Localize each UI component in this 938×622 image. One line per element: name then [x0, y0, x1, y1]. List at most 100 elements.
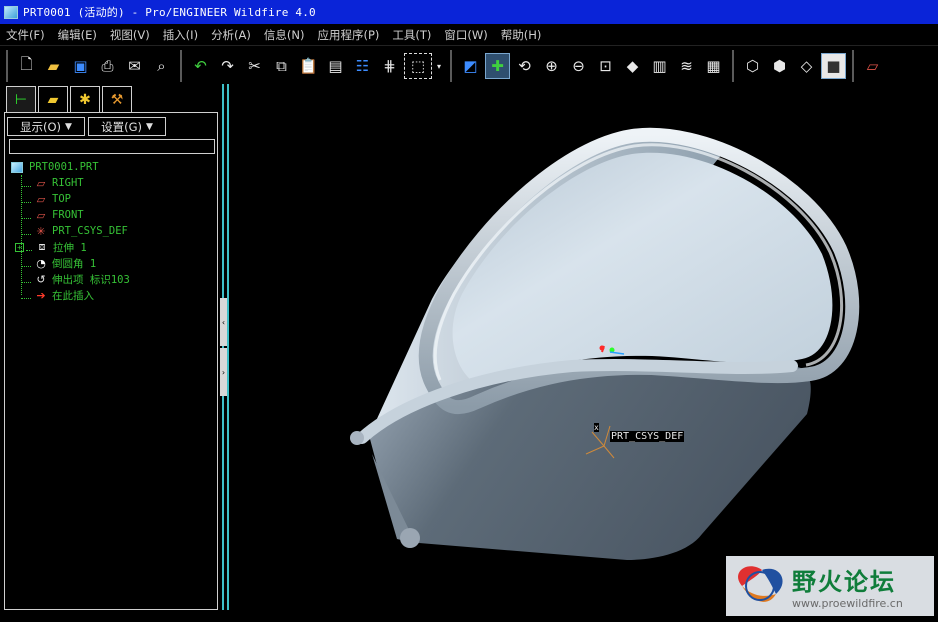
tree-item-label: 在此插入 — [52, 289, 94, 302]
tree-item-csys[interactable]: ✳ PRT_CSYS_DEF — [11, 223, 211, 239]
email-icon[interactable]: ✉ — [122, 53, 147, 79]
tree-item-front[interactable]: ▱ FRONT — [11, 207, 211, 223]
settings-dropdown[interactable]: 设置(G) ▼ — [88, 117, 166, 136]
edit-toolbar-group: ↶ ↷ ✂ ⧉ 📋 ▤ ☷ ⋕ ⬚ ▾ — [180, 50, 446, 82]
menu-info[interactable]: 信息(N) — [264, 27, 305, 43]
tree-item-label: FRONT — [52, 209, 84, 221]
open-folder-icon[interactable]: ▰ — [41, 53, 66, 79]
tree-item-label: PRT_CSYS_DEF — [52, 225, 128, 237]
tree-item-label: RIGHT — [52, 177, 84, 189]
favorites-icon: ✱ — [79, 91, 91, 108]
reorient-icon[interactable]: ◆ — [620, 53, 645, 79]
tree-item-label: 伸出项 标识103 — [52, 273, 130, 286]
tree-item-top[interactable]: ▱ TOP — [11, 191, 211, 207]
menu-window[interactable]: 窗口(W) — [444, 27, 487, 43]
splitter-line — [227, 84, 229, 610]
tree-item-extrude[interactable]: + ⧈ 拉伸 1 — [11, 239, 211, 255]
repaint-icon[interactable]: ◩ — [458, 53, 483, 79]
folder-icon: ▰ — [47, 91, 59, 108]
menu-bar: 文件(F) 编辑(E) 视图(V) 插入(I) 分析(A) 信息(N) 应用程序… — [0, 24, 938, 46]
watermark-brand: 野火论坛 — [792, 568, 896, 596]
datum-toolbar-group: ▱ — [852, 50, 887, 82]
watermark-url: www.proewildfire.cn — [792, 597, 903, 610]
menu-file[interactable]: 文件(F) — [6, 27, 45, 43]
tree-item-right[interactable]: ▱ RIGHT — [11, 175, 211, 191]
paste-icon[interactable]: 📋 — [296, 53, 321, 79]
app-icon — [4, 5, 18, 19]
view-toolbar-group: ◩ ✚ ⟲ ⊕ ⊖ ⊡ ◆ ▥ ≋ ▦ — [450, 50, 728, 82]
tree-item-sweep[interactable]: ↺ 伸出项 标识103 — [11, 271, 211, 287]
model-viewport[interactable] — [232, 84, 938, 622]
orient-mode-icon[interactable]: ⟲ — [512, 53, 537, 79]
selection-filter-dropdown-icon[interactable]: ▾ — [434, 53, 444, 79]
watermark: 野火论坛 www.proewildfire.cn — [726, 556, 934, 616]
model-tree: PRT0001.PRT ▱ RIGHT ▱ TOP ▱ FRONT ✳ PRT_… — [11, 159, 211, 303]
regenerate-icon[interactable]: ☷ — [350, 53, 375, 79]
watermark-logo — [728, 558, 792, 614]
find-file-icon[interactable]: ⌕ — [149, 53, 174, 79]
display-toolbar-group: ⬡ ⬢ ◇ ■ — [732, 50, 848, 82]
saved-views-icon[interactable]: ▥ — [647, 53, 672, 79]
expand-icon[interactable]: + — [15, 242, 24, 252]
model-tree-frame: 显示(O) ▼ 设置(G) ▼ PRT0001.PRT ▱ RIGHT ▱ TOP — [4, 112, 218, 610]
menu-insert[interactable]: 插入(I) — [163, 27, 198, 43]
panel-splitter[interactable]: ‹ › — [218, 84, 232, 622]
refit-icon[interactable]: ⊡ — [593, 53, 618, 79]
no-hidden-icon[interactable]: ◇ — [794, 53, 819, 79]
menu-applications[interactable]: 应用程序(P) — [317, 27, 379, 43]
model-top-surface[interactable] — [452, 152, 833, 384]
graphics-window[interactable]: x PRT_CSYS_DEF — [232, 84, 938, 622]
round-icon: ◔ — [36, 256, 46, 270]
model-bottom-knob[interactable] — [400, 528, 420, 548]
datum-plane-icon: ▱ — [36, 192, 46, 206]
tree-item-round[interactable]: ◔ 倒圆角 1 — [11, 255, 211, 271]
connections-tab[interactable]: ⚒ — [102, 86, 132, 112]
new-file-icon[interactable]: 🗋 — [14, 53, 39, 79]
chevron-down-icon: ▼ — [65, 121, 72, 132]
regen-manager-icon[interactable]: ⋕ — [377, 53, 402, 79]
menu-tools[interactable]: 工具(T) — [392, 27, 431, 43]
favorites-tab[interactable]: ✱ — [70, 86, 100, 112]
folder-browser-tab[interactable]: ▰ — [38, 86, 68, 112]
coordinate-system-icon: ✳ — [36, 224, 46, 238]
file-toolbar-group: 🗋 ▰ ▣ ⎙ ✉ ⌕ — [6, 50, 176, 82]
undo-icon[interactable]: ↶ — [188, 53, 213, 79]
model-tree-search-input[interactable] — [9, 139, 215, 154]
menu-view[interactable]: 视图(V) — [110, 27, 150, 43]
tree-item-part[interactable]: PRT0001.PRT — [11, 159, 211, 175]
menu-help[interactable]: 帮助(H) — [501, 27, 542, 43]
display-dropdown[interactable]: 显示(O) ▼ — [7, 117, 85, 136]
spin-center-icon[interactable]: ✚ — [485, 53, 510, 79]
paste-special-icon[interactable]: ▤ — [323, 53, 348, 79]
save-icon[interactable]: ▣ — [68, 53, 93, 79]
insert-here-icon: ➔ — [36, 288, 46, 302]
shading-icon[interactable]: ■ — [821, 53, 846, 79]
wireframe-icon[interactable]: ⬡ — [740, 53, 765, 79]
datum-plane-icon: ▱ — [36, 176, 46, 190]
csys-label: PRT_CSYS_DEF — [610, 431, 685, 442]
print-icon[interactable]: ⎙ — [95, 53, 120, 79]
part-icon — [11, 161, 23, 173]
selection-filter-icon[interactable]: ⬚ — [404, 53, 432, 79]
datum-plane-display-icon[interactable]: ▱ — [860, 53, 885, 79]
tree-item-label: 倒圆角 1 — [52, 257, 97, 270]
hidden-line-icon[interactable]: ⬢ — [767, 53, 792, 79]
datum-plane-icon: ▱ — [36, 208, 46, 222]
tree-connector-line — [21, 175, 22, 295]
model-tree-tab[interactable]: ⊢ — [6, 86, 36, 112]
collapse-left-icon[interactable]: ‹ — [220, 298, 227, 346]
cut-icon[interactable]: ✂ — [242, 53, 267, 79]
splitter-line — [222, 84, 224, 610]
expand-right-icon[interactable]: › — [220, 348, 227, 396]
sweep-protrusion-icon: ↺ — [36, 272, 46, 286]
menu-edit[interactable]: 编辑(E) — [58, 27, 97, 43]
tree-item-insert-here[interactable]: ➔ 在此插入 — [11, 287, 211, 303]
copy-icon[interactable]: ⧉ — [269, 53, 294, 79]
model-tree-icon: ⊢ — [14, 91, 28, 108]
zoom-out-icon[interactable]: ⊖ — [566, 53, 591, 79]
zoom-in-icon[interactable]: ⊕ — [539, 53, 564, 79]
layers-icon[interactable]: ≋ — [674, 53, 699, 79]
redo-icon[interactable]: ↷ — [215, 53, 240, 79]
view-manager-icon[interactable]: ▦ — [701, 53, 726, 79]
menu-analysis[interactable]: 分析(A) — [211, 27, 251, 43]
